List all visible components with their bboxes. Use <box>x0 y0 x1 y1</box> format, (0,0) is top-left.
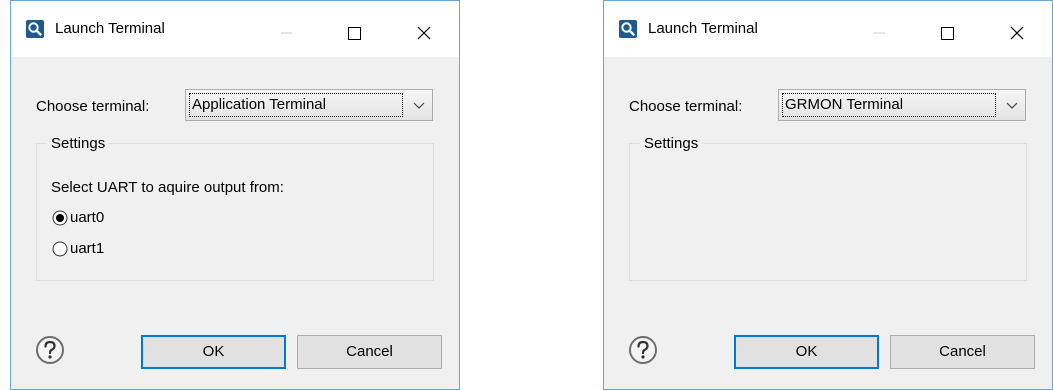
uart-prompt-label: Select UART to aquire output from: <box>51 179 284 196</box>
window-title: Launch Terminal <box>55 20 165 37</box>
search-magnifier-icon <box>619 20 637 38</box>
choose-terminal-label: Choose terminal: <box>629 98 743 115</box>
search-magnifier-icon <box>26 20 44 38</box>
cancel-button[interactable]: Cancel <box>297 335 442 369</box>
question-mark-icon[interactable] <box>35 335 65 365</box>
radio-unselected-icon[interactable] <box>52 241 68 257</box>
radio-selected-icon[interactable] <box>52 210 68 226</box>
question-mark-icon[interactable] <box>628 335 658 365</box>
close-icon[interactable] <box>994 11 1040 47</box>
chevron-down-icon[interactable] <box>406 90 432 120</box>
launch-terminal-dialog-application: Launch Terminal Choose terminal: Applica… <box>10 0 460 390</box>
maximize-icon[interactable] <box>924 11 970 47</box>
minimize-icon[interactable] <box>856 11 902 47</box>
settings-group: Settings Select UART to aquire output fr… <box>36 134 434 281</box>
settings-group-title: Settings <box>640 134 703 154</box>
terminal-select-value: GRMON Terminal <box>785 96 904 113</box>
title-bar[interactable]: Launch Terminal <box>11 1 459 57</box>
minimize-icon[interactable] <box>263 11 309 47</box>
ok-button[interactable]: OK <box>141 335 286 369</box>
settings-group: Settings <box>629 134 1027 281</box>
chevron-down-icon[interactable] <box>999 90 1025 120</box>
settings-group-title: Settings <box>47 134 110 154</box>
maximize-icon[interactable] <box>331 11 377 47</box>
ok-button[interactable]: OK <box>734 335 879 369</box>
terminal-select[interactable]: GRMON Terminal <box>778 89 1026 121</box>
terminal-select[interactable]: Application Terminal <box>185 89 433 121</box>
radio-uart1-label: uart1 <box>70 240 105 257</box>
title-bar[interactable]: Launch Terminal <box>604 1 1052 57</box>
cancel-button[interactable]: Cancel <box>890 335 1035 369</box>
choose-terminal-label: Choose terminal: <box>36 98 150 115</box>
launch-terminal-dialog-grmon: Launch Terminal Choose terminal: GRMON T… <box>603 0 1053 390</box>
window-title: Launch Terminal <box>648 20 758 37</box>
close-icon[interactable] <box>401 11 447 47</box>
radio-uart0-label: uart0 <box>70 209 105 226</box>
terminal-select-value: Application Terminal <box>192 96 326 113</box>
